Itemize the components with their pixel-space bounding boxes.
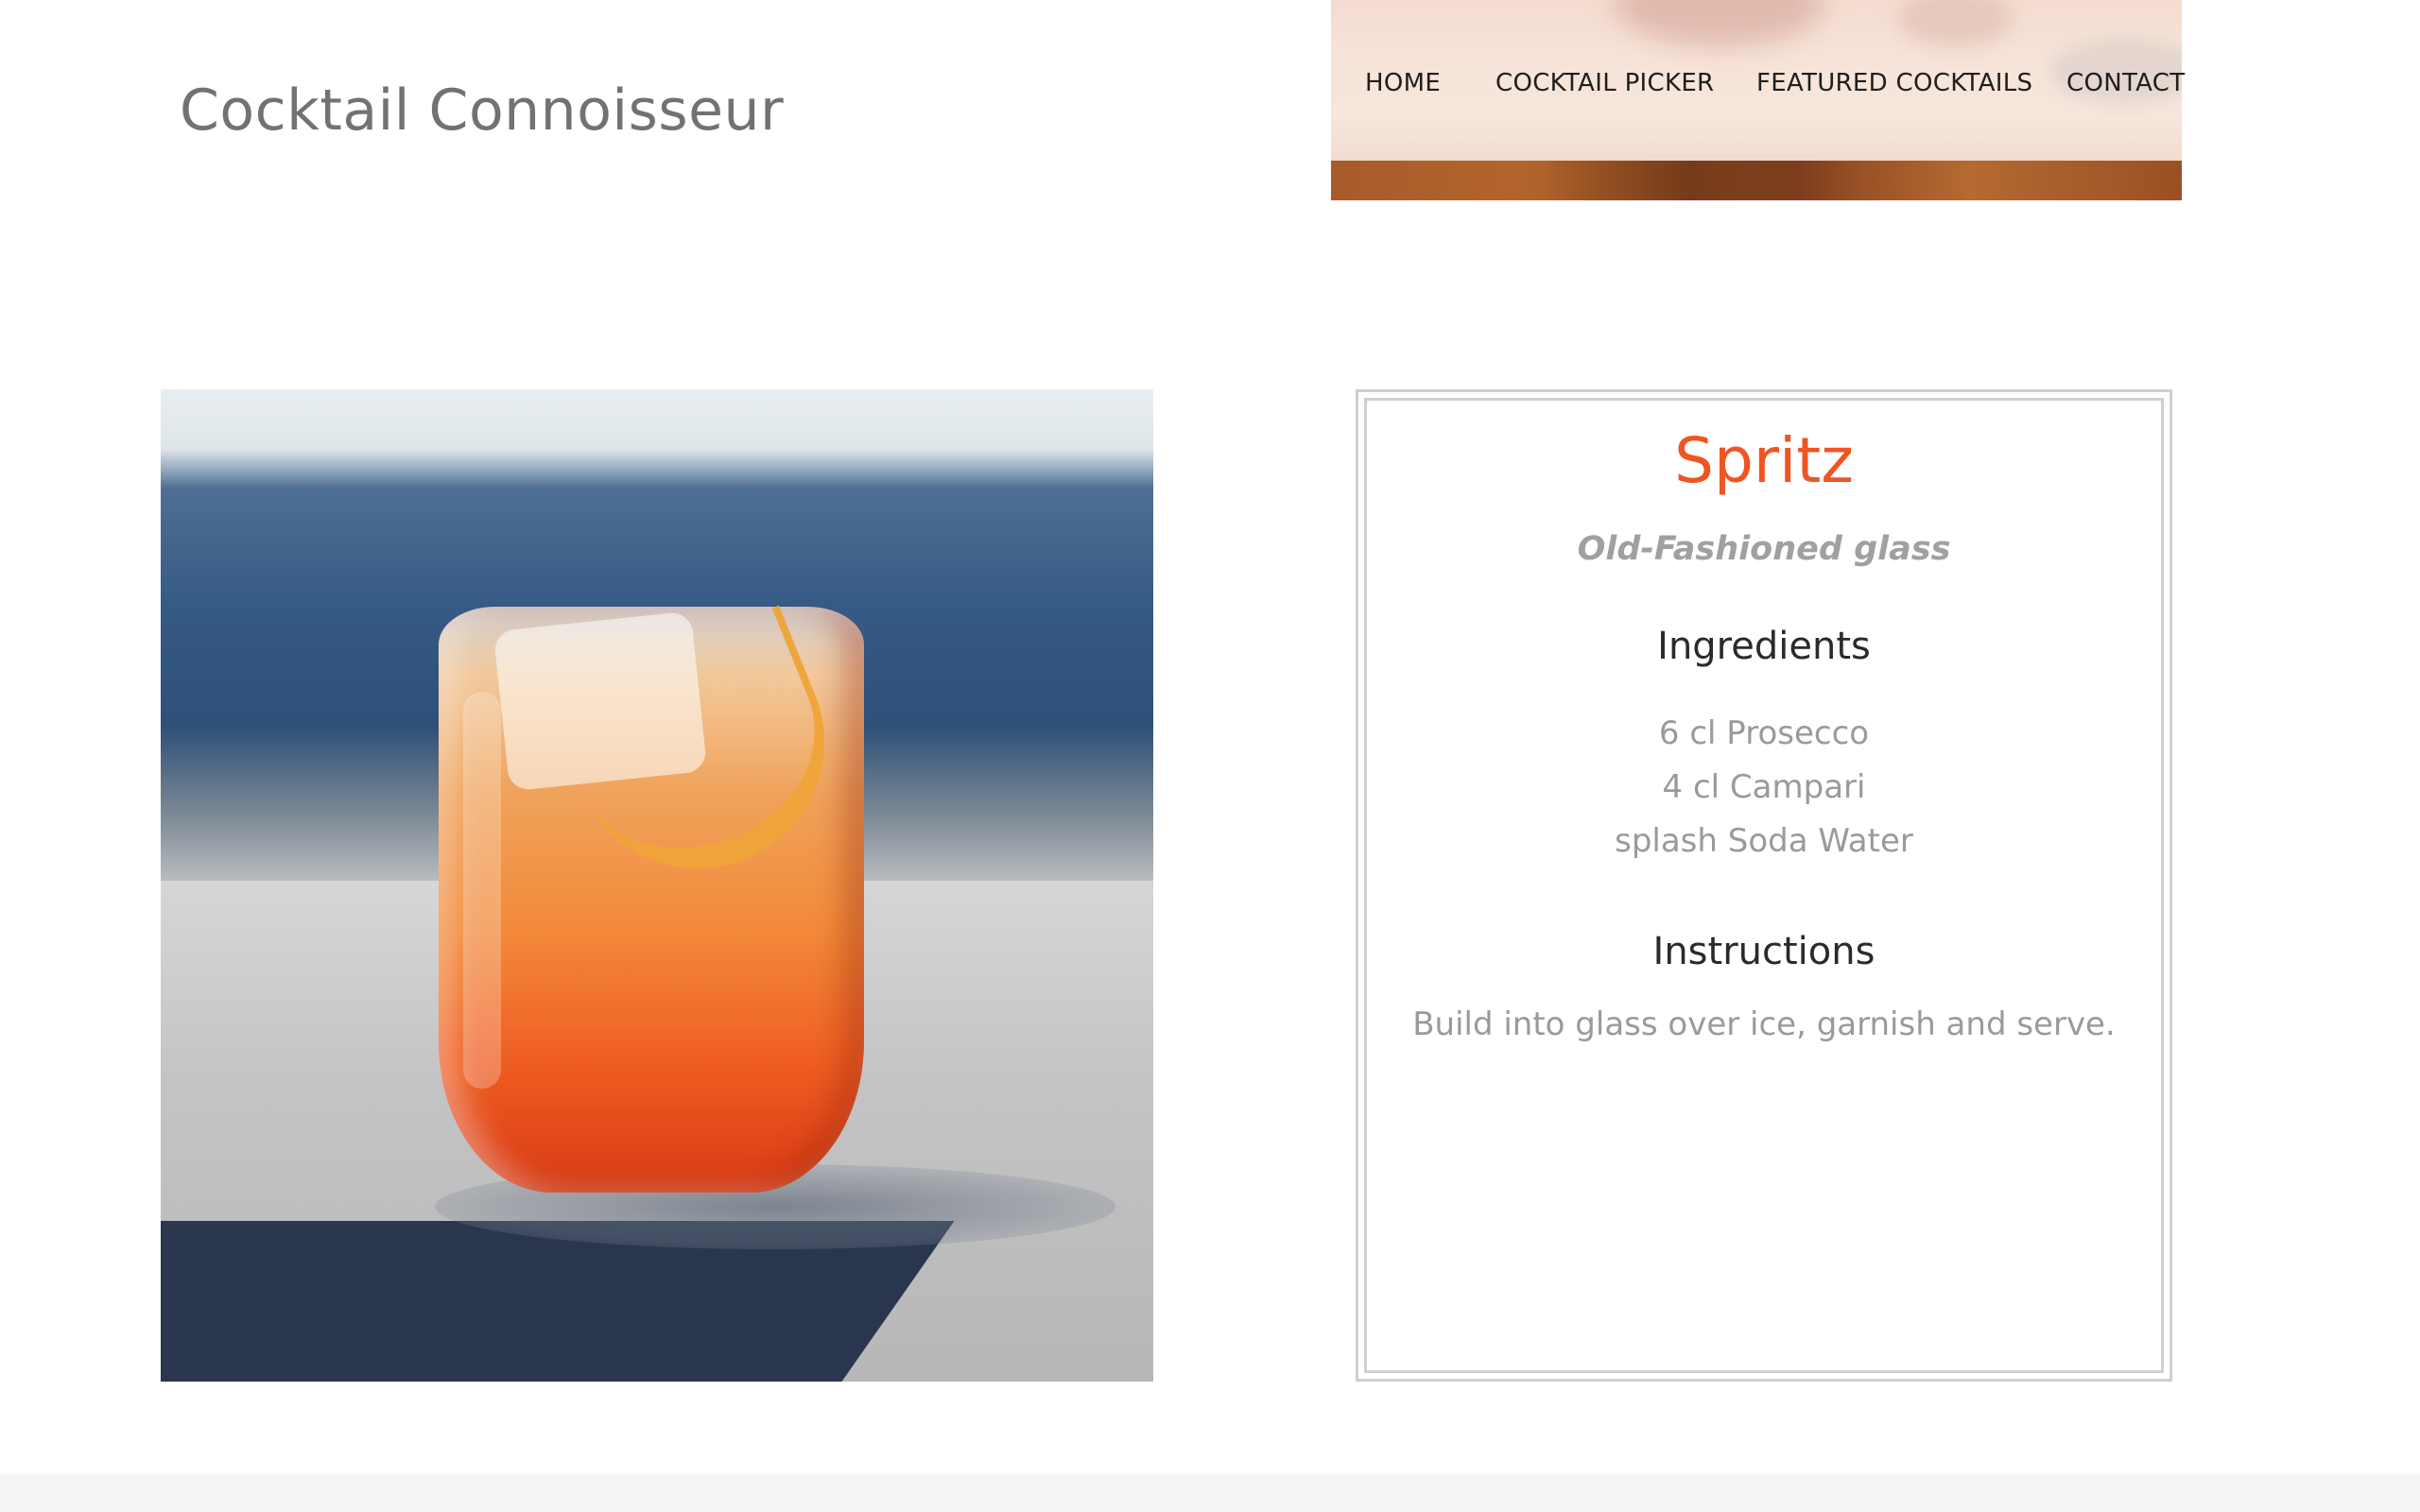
cocktail-photo bbox=[161, 389, 1153, 1382]
nav-item-featured-cocktails[interactable]: FEATURED COCKTAILS bbox=[1756, 62, 2032, 104]
instructions-heading: Instructions bbox=[1652, 930, 1876, 973]
footer-bar bbox=[0, 1474, 2420, 1512]
glass-type: Old-Fashioned glass bbox=[1577, 530, 1951, 568]
page: Cocktail Connoisseur HOME COCKTAIL PICKE… bbox=[0, 0, 2420, 1512]
nav-item-cocktail-picker[interactable]: COCKTAIL PICKER bbox=[1495, 62, 1714, 104]
site-title[interactable]: Cocktail Connoisseur bbox=[180, 77, 784, 144]
recipe-card: Spritz Old-Fashioned glass Ingredients 6… bbox=[1356, 389, 2172, 1382]
recipe-card-inner: Spritz Old-Fashioned glass Ingredients 6… bbox=[1364, 398, 2164, 1373]
ingredient-item: 6 cl Prosecco bbox=[1658, 714, 1870, 752]
cocktail-name: Spritz bbox=[1674, 424, 1854, 497]
nav-item-home[interactable]: HOME bbox=[1365, 62, 1441, 104]
ingredient-list: 6 cl Prosecco 4 cl Campari splash Soda W… bbox=[1367, 707, 2161, 868]
ingredient-item: 4 cl Campari bbox=[1662, 768, 1866, 806]
ingredient-item: splash Soda Water bbox=[1615, 822, 1913, 860]
nav-item-contact[interactable]: CONTACT bbox=[2066, 62, 2185, 104]
instructions-text: Build into glass over ice, garnish and s… bbox=[1412, 1005, 2116, 1043]
ingredients-heading: Ingredients bbox=[1657, 625, 1871, 668]
